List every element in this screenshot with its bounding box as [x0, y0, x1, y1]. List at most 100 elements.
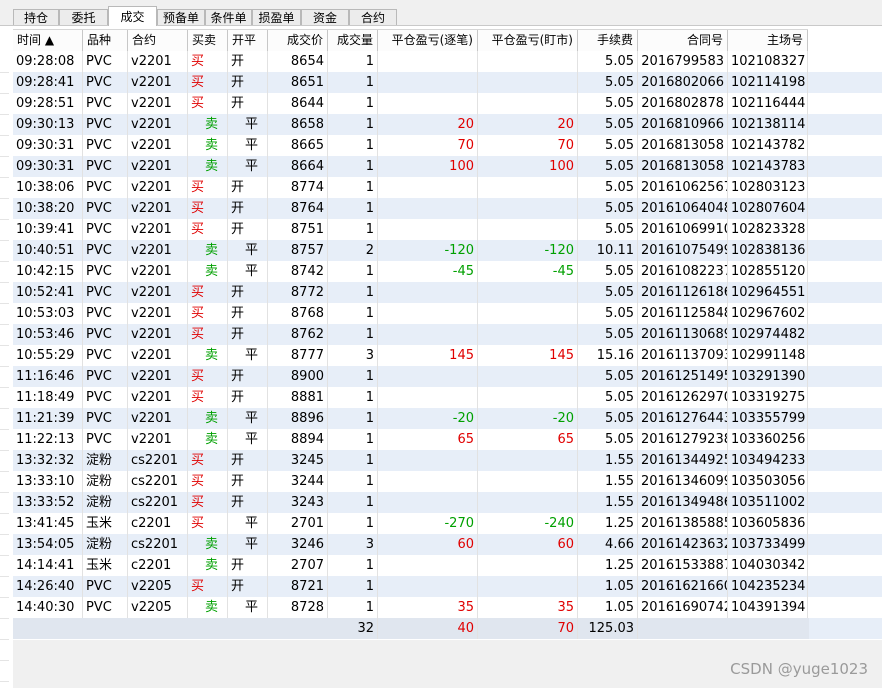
column-header-pnl-mtm[interactable]: 平仓盈亏(盯市) [478, 30, 578, 51]
tab-prepared-orders[interactable]: 预备单 [157, 9, 205, 26]
table-row[interactable]: 11:18:49 PVC v2201 买开 8881 1 5.05 20161262970 10… [13, 387, 809, 408]
table-row[interactable]: 10:52:41 PVC v2201 买开 8772 1 5.05 20161126186 10… [13, 282, 809, 303]
empty-row-filler [809, 240, 882, 261]
row-header [0, 430, 9, 451]
cell-product: 玉米 [83, 555, 128, 576]
cell-side: 买 [188, 576, 228, 597]
empty-row-filler [809, 618, 882, 639]
tab-orders[interactable]: 委托 [59, 9, 108, 26]
row-header [0, 367, 9, 388]
cell-order-no: 2016813058 [638, 156, 728, 177]
cell-pnl-trade [378, 72, 478, 93]
cell-pnl-mtm [478, 450, 578, 471]
row-header [0, 409, 9, 430]
cell-side: 卖 [188, 156, 228, 177]
table-row[interactable]: 09:30:31 PVC v2201 卖平 8665 1 70 70 5.05 201681305… [13, 135, 809, 156]
column-header-order-no[interactable]: 合同号 [638, 30, 728, 51]
cell-pnl-trade [378, 387, 478, 408]
column-header-product[interactable]: 品种 [83, 30, 128, 51]
row-header [0, 283, 9, 304]
table-row[interactable]: 14:14:41 玉米 c2201 卖开 2707 1 1.25 20161533887 104… [13, 555, 809, 576]
empty-row-filler [809, 534, 882, 555]
cell-pnl-trade: -120 [378, 240, 478, 261]
table-row[interactable]: 10:53:46 PVC v2201 买开 8762 1 5.05 20161130689 10… [13, 324, 809, 345]
column-header-qty[interactable]: 成交量 [328, 30, 378, 51]
cell-pnl-trade [378, 450, 478, 471]
cell-product: PVC [83, 429, 128, 450]
tab-funds[interactable]: 资金 [301, 9, 349, 26]
table-row[interactable]: 10:38:06 PVC v2201 买开 8774 1 5.05 20161062567 10… [13, 177, 809, 198]
tab-bar: 持仓 委托 成交 预备单 条件单 损盈单 资金 合约 [0, 0, 882, 26]
table-row[interactable]: 10:53:03 PVC v2201 买开 8768 1 5.05 20161125848 10… [13, 303, 809, 324]
cell-contract: v2205 [128, 597, 188, 618]
table-row[interactable]: 13:41:45 玉米 c2201 买平 2701 1 -270 -240 1.25 201613… [13, 513, 809, 534]
row-header [0, 514, 9, 535]
table-row[interactable]: 11:16:46 PVC v2201 买开 8900 1 5.05 20161251495 10… [13, 366, 809, 387]
table-row[interactable]: 11:21:39 PVC v2201 卖平 8896 1 -20 -20 5.05 2016127… [13, 408, 809, 429]
cell-fee: 5.05 [578, 408, 638, 429]
cell-product: PVC [83, 240, 128, 261]
cell-pnl-mtm [478, 177, 578, 198]
cell-pnl-trade: 145 [378, 345, 478, 366]
table-row[interactable]: 14:40:30 PVC v2205 卖平 8728 1 35 35 1.05 201616907… [13, 597, 809, 618]
table-row[interactable]: 09:30:31 PVC v2201 卖平 8664 1 100 100 5.05 2016813… [13, 156, 809, 177]
tab-contracts[interactable]: 合约 [349, 9, 397, 26]
cell-time: 10:40:51 [13, 240, 83, 261]
cell-open-close: 开 [228, 51, 268, 72]
tab-trades[interactable]: 成交 [108, 6, 157, 26]
cell-fee: 1.55 [578, 471, 638, 492]
grid-empty-area [809, 51, 882, 639]
cell-price: 8894 [268, 429, 328, 450]
table-row[interactable]: 09:28:41 PVC v2201 买开 8651 1 5.05 2016802066 102… [13, 72, 809, 93]
table-row[interactable]: 13:33:52 淀粉 cs2201 买开 3243 1 1.55 20161349486 10… [13, 492, 809, 513]
table-row[interactable]: 11:22:13 PVC v2201 卖平 8894 1 65 65 5.05 201612792… [13, 429, 809, 450]
column-header-contract[interactable]: 合约 [128, 30, 188, 51]
cell-order-no: 20161069910 [638, 219, 728, 240]
cell-pnl-mtm [478, 366, 578, 387]
cell-time: 11:16:46 [13, 366, 83, 387]
tab-stop-orders[interactable]: 损盈单 [252, 9, 301, 26]
column-header-pnl-trade[interactable]: 平仓盈亏(逐笔) [378, 30, 478, 51]
table-row[interactable]: 13:54:05 淀粉 cs2201 卖平 3246 3 60 60 4.66 201614236… [13, 534, 809, 555]
tab-conditional-orders[interactable]: 条件单 [205, 9, 252, 26]
table-row[interactable]: 13:33:10 淀粉 cs2201 买开 3244 1 1.55 20161346099 10… [13, 471, 809, 492]
table-row[interactable]: 09:28:51 PVC v2201 买开 8644 1 5.05 2016802878 102… [13, 93, 809, 114]
table-row[interactable]: 09:30:13 PVC v2201 卖平 8658 1 20 20 5.05 201681096… [13, 114, 809, 135]
cell-qty: 1 [328, 471, 378, 492]
tab-positions[interactable]: 持仓 [13, 9, 59, 26]
cell-contract: c2201 [128, 555, 188, 576]
cell-match-no: 103319275 [728, 387, 808, 408]
table-row[interactable]: 09:28:08 PVC v2201 买开 8654 1 5.05 2016799583 102… [13, 51, 809, 72]
column-header-time[interactable]: 时间 ▲ [13, 30, 83, 51]
cell-product: PVC [83, 366, 128, 387]
column-header-open-close[interactable]: 开平 [228, 30, 268, 51]
empty-row-filler [809, 261, 882, 282]
cell-price: 3243 [268, 492, 328, 513]
column-header-match-no[interactable]: 主场号 [728, 30, 808, 51]
table-row[interactable]: 10:55:29 PVC v2201 卖平 8777 3 145 145 15.16 201611… [13, 345, 809, 366]
cell-time: 13:33:10 [13, 471, 83, 492]
table-row[interactable]: 13:32:32 淀粉 cs2201 买开 3245 1 1.55 20161344925 10… [13, 450, 809, 471]
cell-price: 8774 [268, 177, 328, 198]
table-row[interactable]: 10:40:51 PVC v2201 卖平 8757 2 -120 -120 10.11 2016… [13, 240, 809, 261]
cell-contract: v2201 [128, 93, 188, 114]
column-header-price[interactable]: 成交价 [268, 30, 328, 51]
cell-open-close: 平 [228, 261, 268, 282]
cell-contract: v2201 [128, 51, 188, 72]
table-row[interactable]: 14:26:40 PVC v2205 买开 8721 1 1.05 20161621660 10… [13, 576, 809, 597]
cell-pnl-trade: -45 [378, 261, 478, 282]
column-header-time-label: 时间 [17, 33, 42, 47]
column-header-side[interactable]: 买卖 [188, 30, 228, 51]
row-header [0, 388, 9, 409]
cell-match-no: 103503056 [728, 471, 808, 492]
cell-product: 玉米 [83, 513, 128, 534]
table-row[interactable]: 10:39:41 PVC v2201 买开 8751 1 5.05 20161069910 10… [13, 219, 809, 240]
table-row[interactable]: 10:42:15 PVC v2201 卖平 8742 1 -45 -45 5.05 2016108… [13, 261, 809, 282]
cell-side: 买 [188, 198, 228, 219]
cell-fee: 1.05 [578, 576, 638, 597]
table-row[interactable]: 10:38:20 PVC v2201 买开 8764 1 5.05 20161064048 10… [13, 198, 809, 219]
cell-side: 买 [188, 219, 228, 240]
cell-side: 买 [188, 72, 228, 93]
column-header-fee[interactable]: 手续费 [578, 30, 638, 51]
cell-price: 8742 [268, 261, 328, 282]
